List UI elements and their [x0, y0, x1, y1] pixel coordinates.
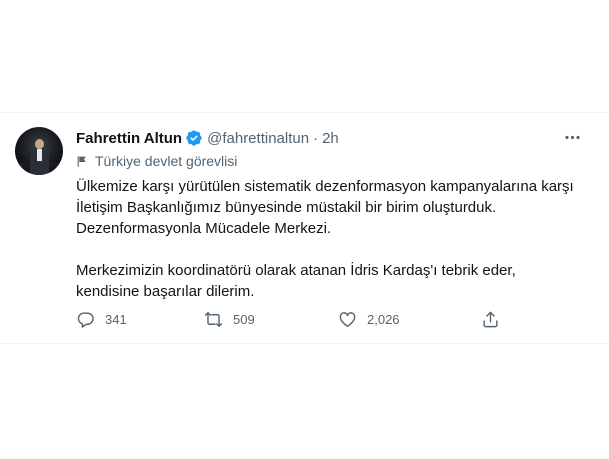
reply-icon — [77, 311, 94, 328]
account-label-text: Türkiye devlet görevlisi — [95, 153, 238, 169]
verified-badge-icon — [186, 130, 202, 146]
like-count: 2,026 — [367, 311, 400, 327]
more-options-button[interactable] — [560, 125, 584, 149]
avatar-figure-head — [35, 139, 44, 149]
avatar-figure-shirt — [37, 149, 42, 161]
tweet-text-line: Dezenformasyonla Mücadele Merkezi. — [76, 220, 332, 237]
tweet-text-line: Merkezimizin koordinatörü olarak atanan … — [76, 262, 516, 279]
tweet-card[interactable]: Fahrettin Altun @fahrettinaltun · 2h Tür… — [0, 112, 609, 344]
reply-button[interactable]: 341 — [76, 307, 127, 331]
more-options-icon — [564, 135, 580, 139]
tweet-text-line: Ülkemize karşı yürütülen sistematik deze… — [76, 178, 574, 195]
like-button[interactable]: 2,026 — [338, 307, 400, 331]
account-label[interactable]: Türkiye devlet görevlisi — [76, 152, 237, 170]
tweet-text: Ülkemize karşı yürütülen sistematik deze… — [76, 176, 576, 302]
share-button[interactable] — [481, 307, 510, 331]
heart-icon — [339, 311, 356, 327]
author-handle[interactable]: @fahrettinaltun — [207, 130, 309, 147]
share-icon — [483, 311, 498, 327]
tweet-text-line: İletişim Başkanlığımız bünyesinde müstak… — [76, 199, 497, 216]
tweet-header: Fahrettin Altun @fahrettinaltun · 2h — [76, 128, 339, 148]
retweet-button[interactable]: 509 — [204, 307, 255, 331]
tweet-timestamp[interactable]: 2h — [322, 130, 339, 147]
reply-count: 341 — [105, 311, 127, 327]
tweet-actions: 341 509 2,026 — [66, 307, 506, 331]
author-name[interactable]: Fahrettin Altun — [76, 130, 182, 147]
flag-icon — [77, 155, 86, 167]
tweet-text-line: kendisine başarılar dilerim. — [76, 283, 255, 300]
author-avatar[interactable] — [15, 127, 63, 175]
retweet-icon — [204, 311, 223, 327]
retweet-count: 509 — [233, 311, 255, 327]
separator-dot: · — [313, 129, 319, 147]
